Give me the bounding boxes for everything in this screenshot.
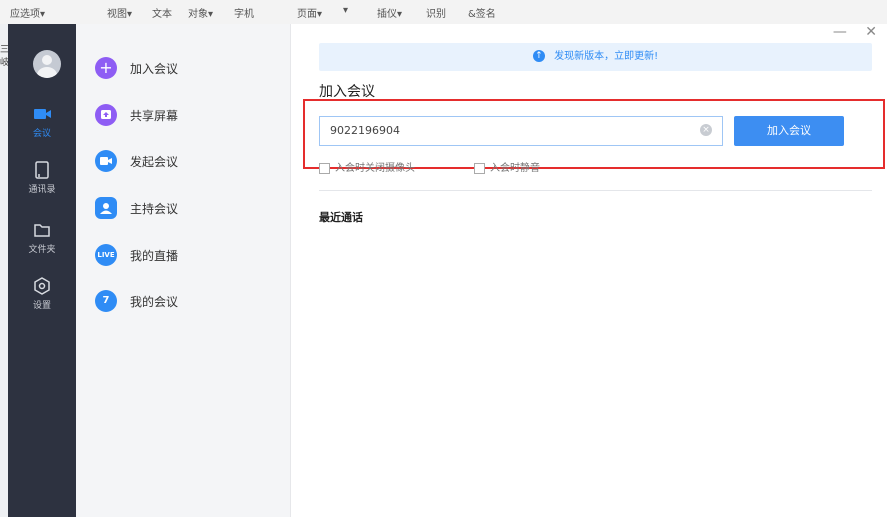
- bg-menu-item[interactable]: 视图▾: [107, 5, 132, 20]
- rail-item-contacts[interactable]: 通讯录: [8, 160, 76, 204]
- clear-input-icon[interactable]: ×: [700, 124, 712, 136]
- join-meeting-button[interactable]: 加入会议: [734, 116, 844, 146]
- bg-menu-item[interactable]: 对象▾: [188, 5, 213, 20]
- host-icon: [95, 197, 117, 219]
- menu-item-label: 加入会议: [130, 62, 179, 76]
- background-menubar: 应选项▾ 视图▾ 文本 对象▾ 字机 页面▾ ▾ 插仪▾ 识别 &签名: [0, 0, 887, 25]
- rail-item-settings[interactable]: 设置: [8, 276, 76, 320]
- menu-item-label: 主持会议: [130, 202, 179, 216]
- arrow-up-icon: ↑: [532, 50, 545, 62]
- bg-menu-item[interactable]: 页面▾: [297, 5, 322, 20]
- video-icon: [95, 150, 117, 172]
- bg-menu-item[interactable]: 字机: [234, 5, 254, 20]
- update-banner[interactable]: ↑ 发现新版本，立即更新!: [319, 43, 872, 71]
- avatar[interactable]: [33, 50, 61, 78]
- divider: [319, 190, 872, 191]
- update-banner-text: 发现新版本，立即更新!: [554, 51, 659, 62]
- main-content: — ✕ ↑ 发现新版本，立即更新! 加入会议 9022196904 × 加入会议…: [291, 24, 887, 517]
- menu-item-label: 发起会议: [130, 155, 179, 169]
- minimize-button[interactable]: —: [833, 24, 847, 40]
- bg-menu-item[interactable]: ▾: [343, 5, 348, 16]
- menu-item-join-meeting[interactable]: + 加入会议: [95, 57, 275, 87]
- rail-item-folder[interactable]: 文件夹: [8, 220, 76, 264]
- live-icon: LIVE: [95, 244, 117, 266]
- bg-menu-item[interactable]: 应选项▾: [10, 5, 45, 20]
- meeting-code-input[interactable]: 9022196904: [319, 116, 723, 146]
- rail-label: 会议: [32, 129, 51, 139]
- menu-item-my-meetings[interactable]: 7 我的会议: [95, 290, 275, 320]
- checkbox-label: 入会时静音: [490, 163, 540, 174]
- nav-rail: 会议 通讯录 文件夹 设置: [8, 24, 76, 517]
- rail-item-meeting[interactable]: 会议: [8, 104, 76, 148]
- page-title: 加入会议: [319, 84, 375, 100]
- folder-icon: [31, 220, 53, 240]
- window-controls: — ✕: [819, 24, 877, 40]
- menu-item-label: 我的直播: [130, 249, 179, 263]
- menu-item-host-meeting[interactable]: 主持会议: [95, 197, 275, 227]
- checkbox-box[interactable]: [319, 162, 330, 174]
- meeting-window: 会议 通讯录 文件夹 设置 + 加入会议 共享屏幕 发起会议 主持会议 LIVE…: [8, 24, 887, 517]
- video-camera-icon: [31, 104, 53, 124]
- checkbox-label: 入会时关闭摄像头: [335, 163, 415, 174]
- rail-label: 通讯录: [28, 185, 56, 195]
- close-button[interactable]: ✕: [865, 24, 877, 40]
- camera-off-checkbox[interactable]: 入会时关闭摄像头: [319, 159, 415, 174]
- bg-menu-item[interactable]: 文本: [152, 5, 172, 20]
- bg-menu-item[interactable]: 识别: [426, 5, 446, 20]
- recent-calls-heading: 最近通话: [319, 211, 363, 224]
- share-screen-icon: [95, 104, 117, 126]
- menu-item-start-meeting[interactable]: 发起会议: [95, 150, 275, 180]
- rail-label: 设置: [32, 301, 51, 311]
- menu-item-my-live[interactable]: LIVE 我的直播: [95, 244, 275, 274]
- plus-icon: +: [95, 57, 117, 79]
- contacts-icon: [31, 160, 53, 180]
- menu-item-share-screen[interactable]: 共享屏幕: [95, 104, 275, 134]
- bg-menu-item[interactable]: 插仪▾: [377, 5, 402, 20]
- mute-checkbox[interactable]: 入会时静音: [474, 159, 540, 174]
- menu-item-label: 共享屏幕: [130, 109, 179, 123]
- menu-item-label: 我的会议: [130, 295, 179, 309]
- calendar-icon: 7: [95, 290, 117, 312]
- checkbox-box[interactable]: [474, 162, 485, 174]
- action-menu: + 加入会议 共享屏幕 发起会议 主持会议 LIVE 我的直播 7 我的会议: [76, 24, 291, 517]
- rail-label: 文件夹: [28, 245, 56, 255]
- bg-menu-item[interactable]: &签名: [468, 5, 496, 20]
- settings-icon: [31, 276, 53, 296]
